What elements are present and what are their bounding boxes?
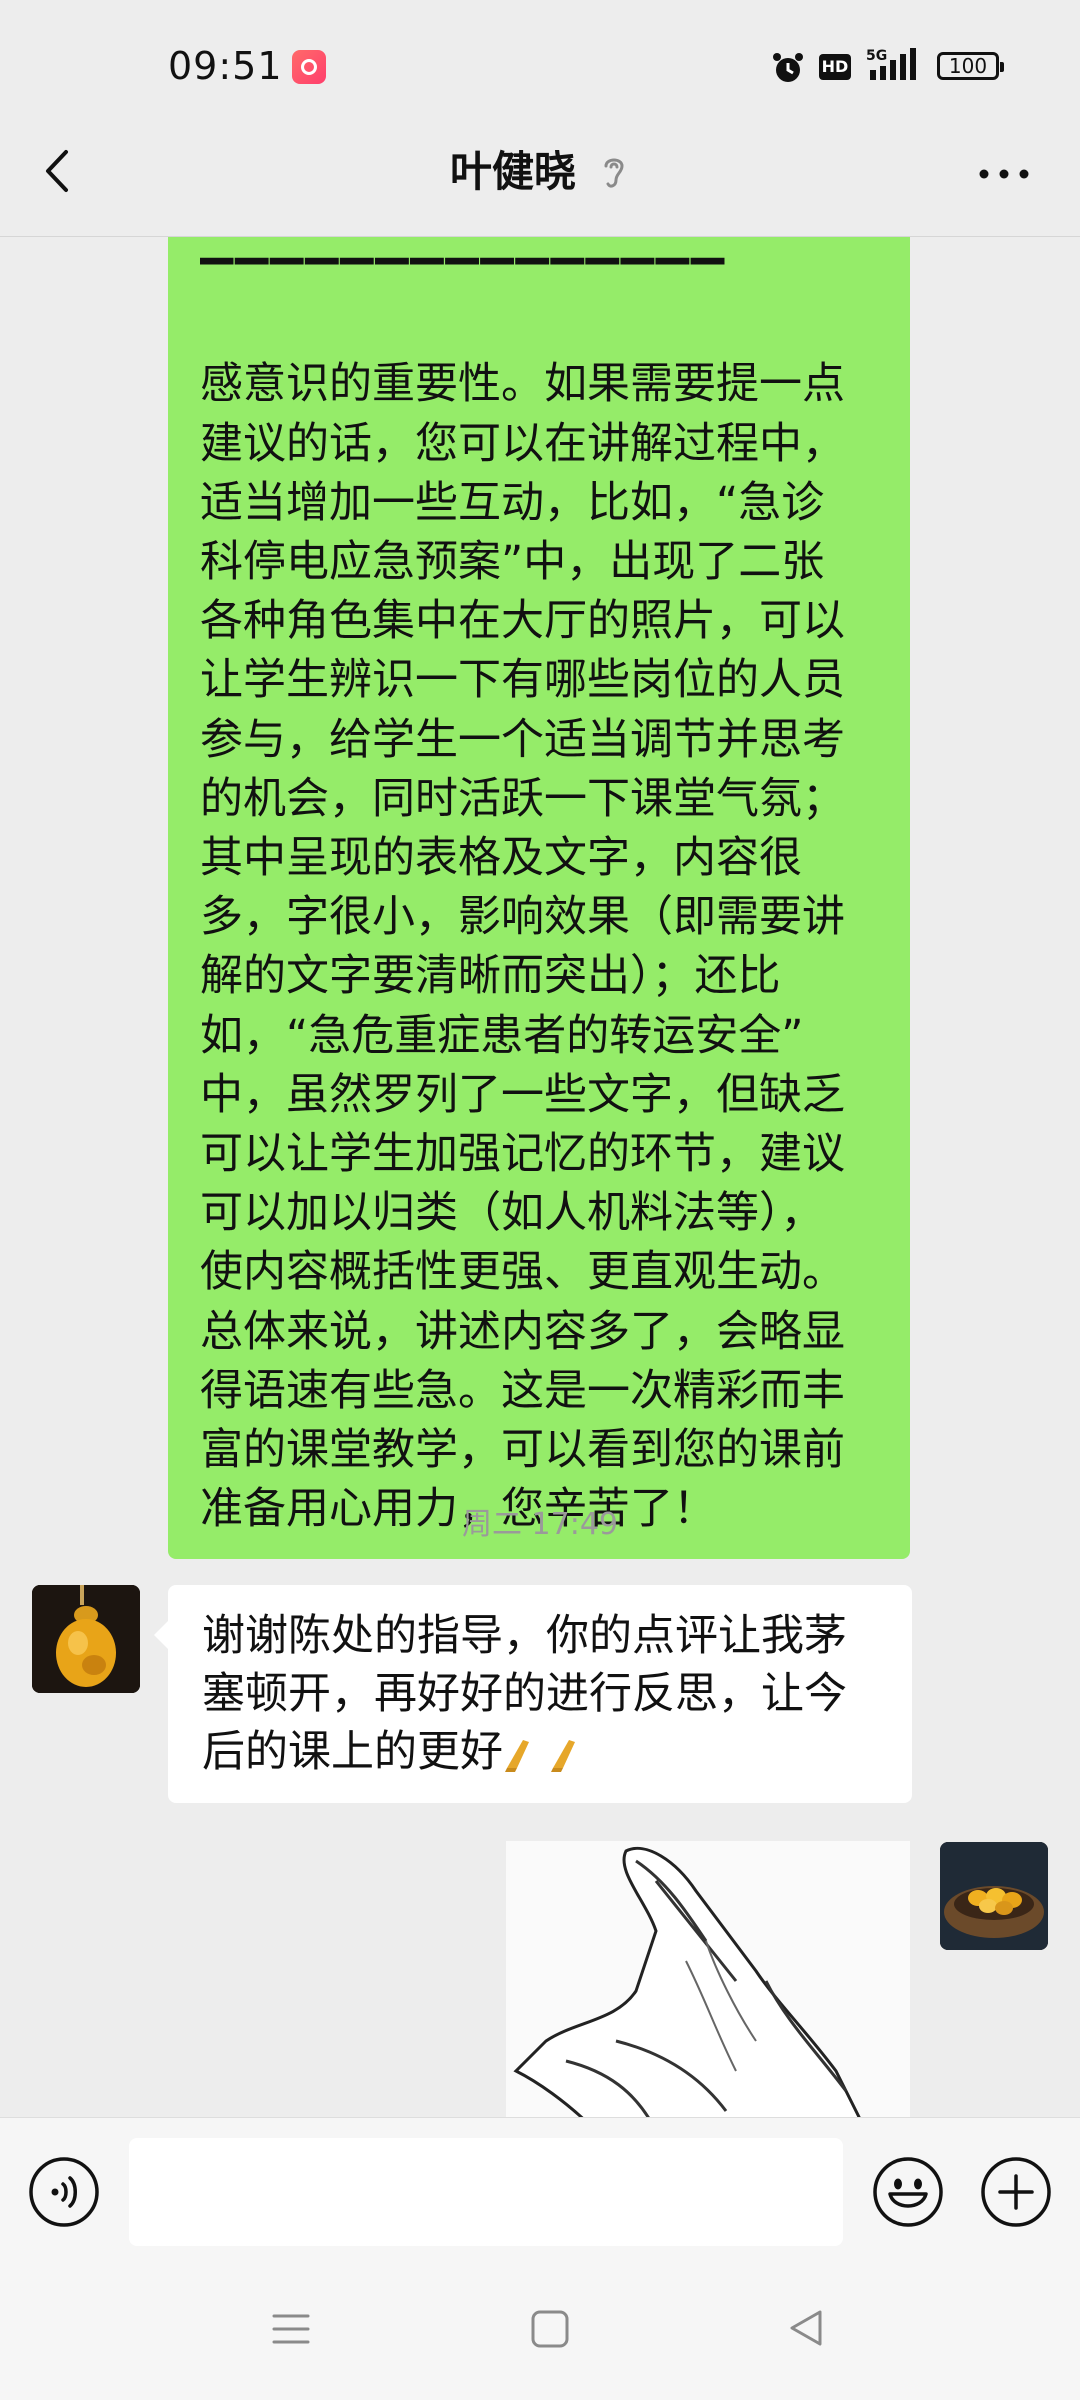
svg-text:5G: 5G [866,48,887,64]
menu-icon[interactable] [270,2308,312,2350]
message-timestamp: 周二 17:49 [462,1507,618,1542]
battery-indicator: 100 [937,52,1004,80]
signal-5g-icon: 5G [866,48,916,80]
message-input[interactable] [129,2138,843,2246]
earpiece-icon [604,158,624,188]
plus-icon[interactable] [980,2156,1052,2228]
chat-title-bar: 叶健晓 [0,146,1080,198]
more-icon[interactable] [976,154,1032,194]
avatar[interactable] [32,1585,140,1693]
incoming-message-bubble[interactable]: 谢谢陈处的指导，你的点评让我茅塞顿开，再好好的进行反思，让今后的课上的更好 [154,1585,912,1803]
alarm-icon [773,53,803,82]
amber-pendant-image [32,1585,140,1693]
emoji-icon[interactable] [872,2156,944,2228]
back-triangle-icon[interactable] [784,2306,828,2350]
outgoing-message-text: 感意识的重要性。如果需要提一点 建议的话，您可以在讲解过程中， 适当增加一些互动… [200,359,845,1535]
praying-hands-emoji-icon [505,1740,529,1772]
clipped-glyphs: ▔▔▔▔▔▔▔▔▔▔▔▔▔▔▔ [200,259,727,297]
page-title: 叶健晓 [449,147,576,196]
praying-hands-emoji-icon [551,1740,575,1772]
message-list[interactable]: ▔▔▔▔▔▔▔▔▔▔▔▔▔▔▔ 感意识的重要性。如果需要提一点 建议的话，您可以… [0,237,1080,2117]
app-notification-icon [292,50,326,84]
voice-icon[interactable] [28,2156,100,2228]
status-time: 09:51 [168,44,283,88]
image-message[interactable] [506,1841,910,2117]
golden-eggs-nest-image [940,1842,1048,1950]
avatar[interactable] [940,1842,1048,1950]
hd-badge: HD [819,54,851,80]
outgoing-message-bubble[interactable]: ▔▔▔▔▔▔▔▔▔▔▔▔▔▔▔ 感意识的重要性。如果需要提一点 建议的话，您可以… [168,237,910,1560]
home-icon[interactable] [529,2308,571,2350]
praying-hands-sketch-image [506,1841,910,2117]
clipped-text-line: ▔▔▔▔▔▔▔▔▔▔▔▔▔▔▔ [200,237,880,296]
